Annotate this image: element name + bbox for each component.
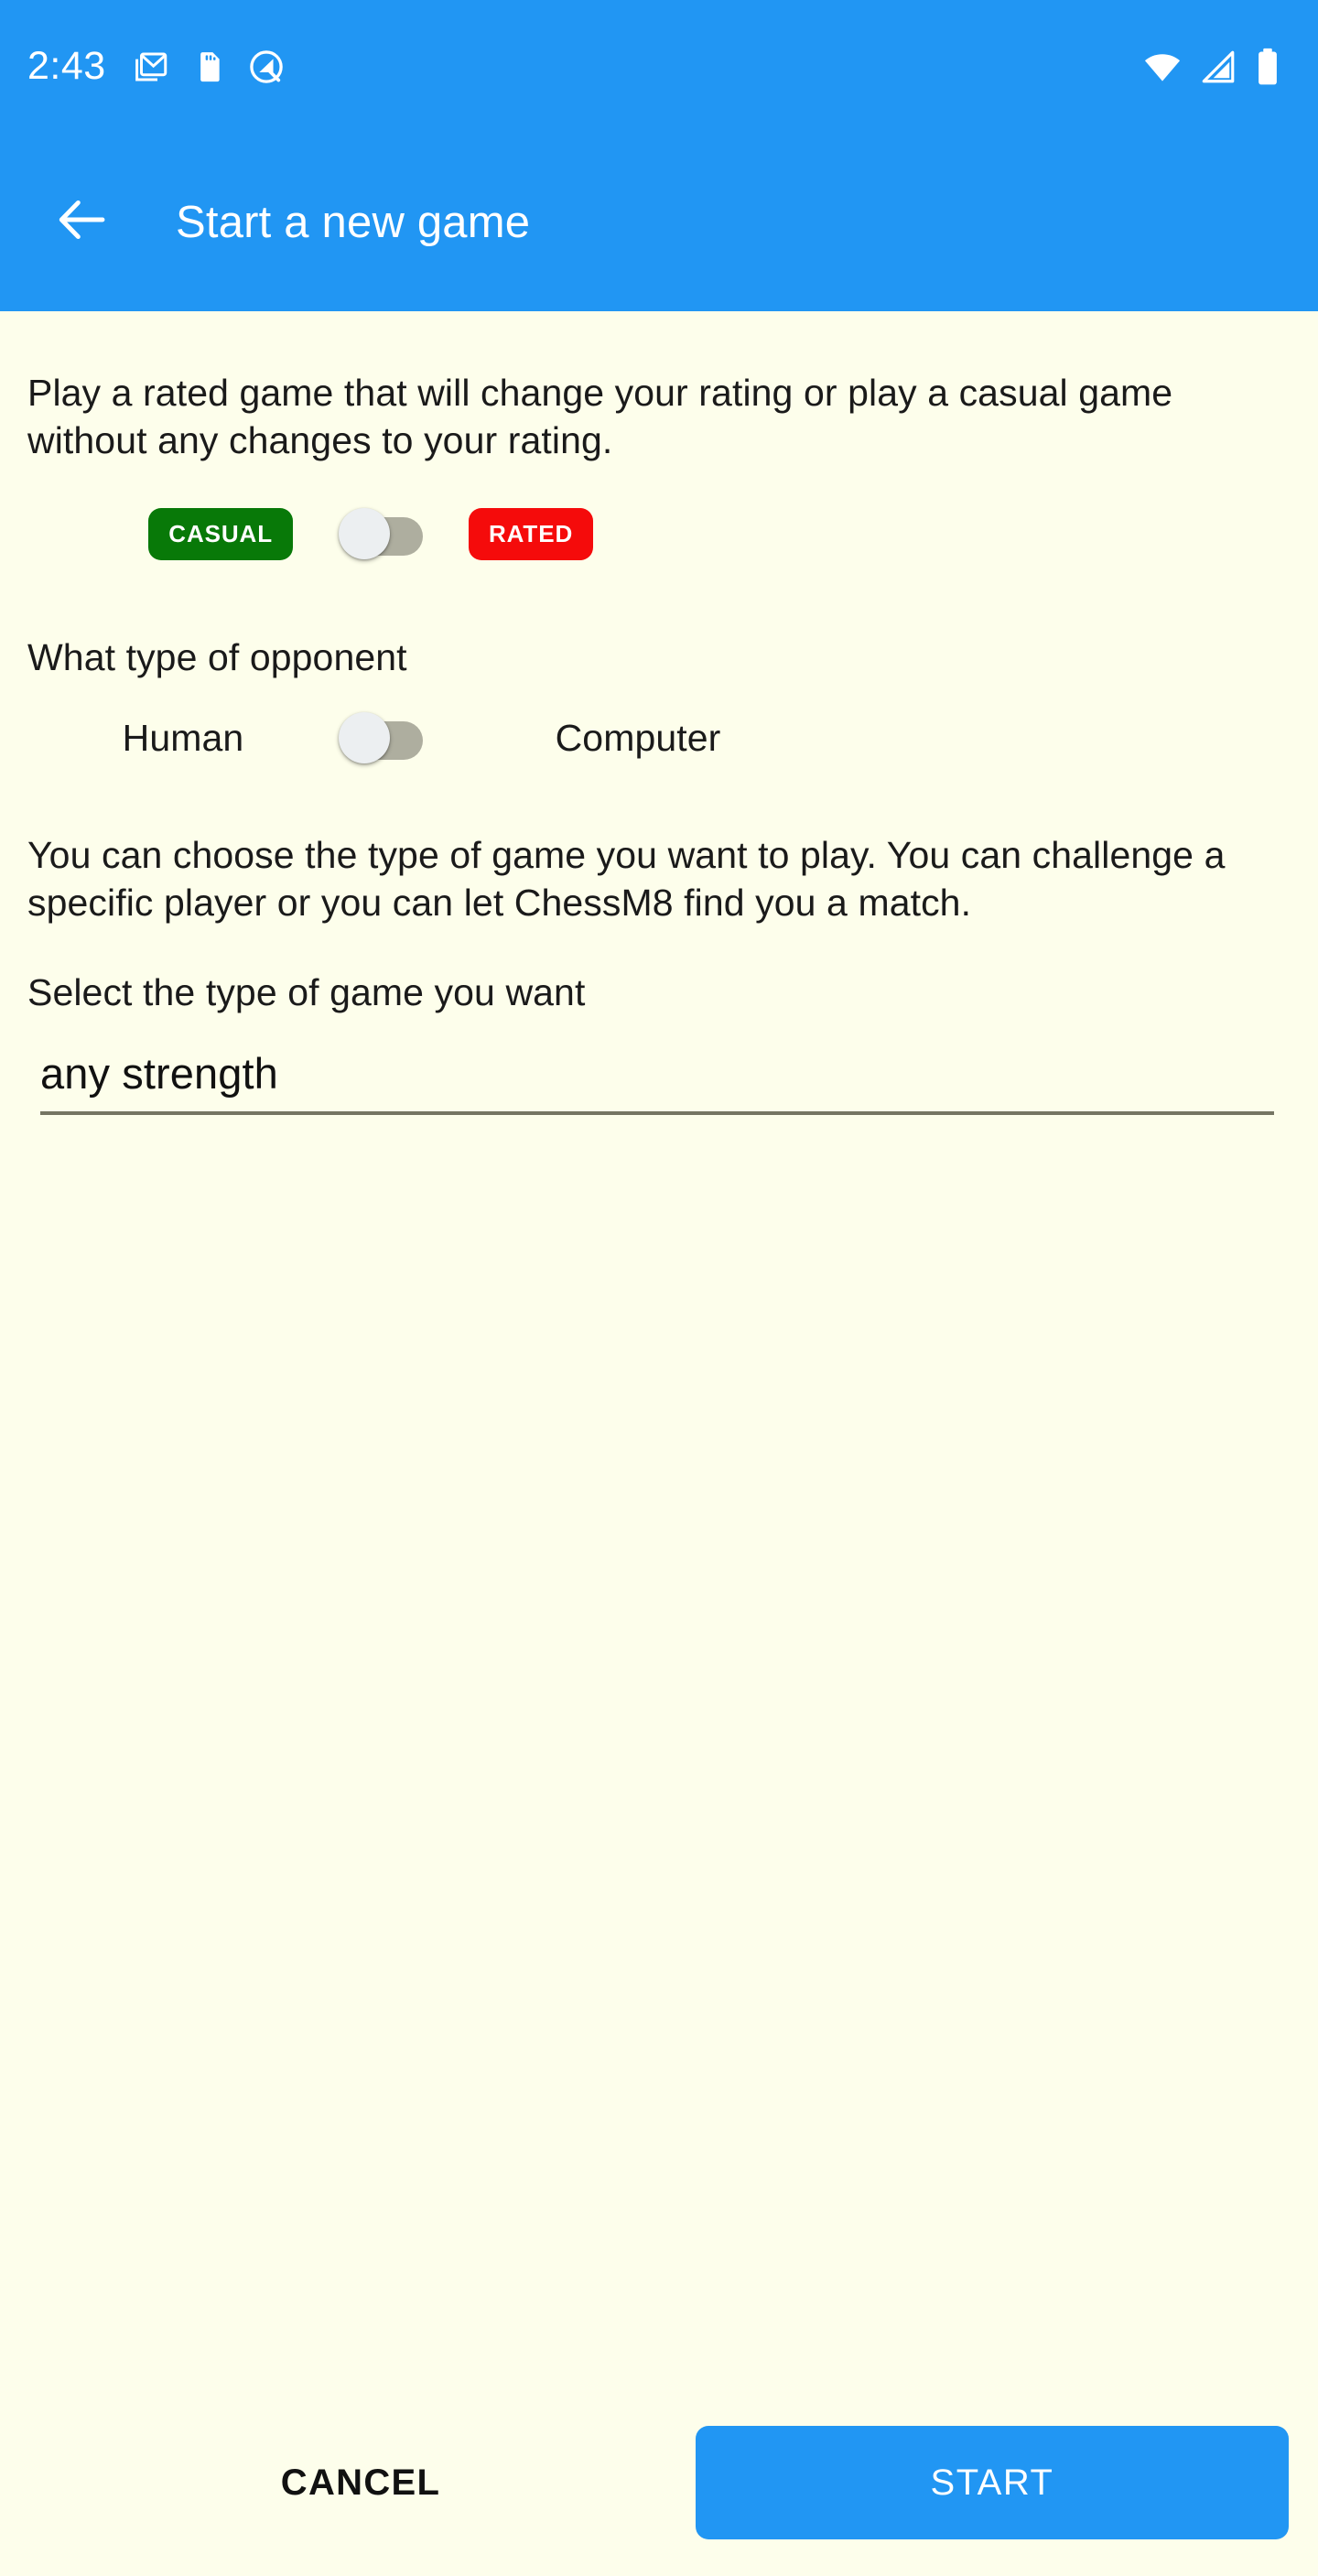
arrow-back-icon [54, 191, 111, 253]
status-bar-right [1142, 47, 1281, 87]
bottom-action-bar: CANCEL START [0, 2402, 1318, 2576]
select-label: Select the type of game you want [27, 971, 586, 1014]
rated-toggle-row: CASUAL RATED [27, 488, 1291, 579]
back-button[interactable] [38, 179, 126, 266]
status-bar-clock: 2:43 [27, 44, 106, 88]
game-type-select[interactable]: any strength [40, 1034, 1274, 1116]
start-button[interactable]: START [696, 2426, 1289, 2539]
opponent-toggle-switch[interactable] [339, 712, 423, 764]
gmail-icon [132, 48, 170, 86]
rated-badge[interactable]: RATED [469, 507, 594, 560]
rated-toggle-left: CASUAL [27, 507, 339, 560]
choose-description: You can choose the type of game you want… [27, 834, 1226, 925]
status-bar-left: 2:43 [27, 47, 286, 86]
casual-badge[interactable]: CASUAL [148, 507, 293, 560]
opponent-toggle-left: Human [27, 717, 339, 760]
rated-description: Play a rated game that will change your … [27, 372, 1173, 462]
cancel-button[interactable]: CANCEL [223, 2429, 498, 2537]
wifi-icon [1142, 47, 1183, 87]
rated-switch-thumb [339, 508, 390, 560]
status-bar: 2:43 [0, 0, 1318, 133]
opponent-label: What type of opponent [27, 636, 407, 679]
app-bar: Start a new game [0, 133, 1318, 311]
sd-card-icon [190, 49, 227, 85]
human-label[interactable]: Human [123, 717, 244, 760]
computer-label[interactable]: Computer [556, 717, 721, 760]
opponent-toggle-right: Computer [423, 717, 853, 760]
rated-toggle-right: RATED [423, 507, 734, 560]
battery-icon [1254, 47, 1281, 87]
opponent-toggle-row: Human Computer [27, 692, 1291, 784]
cellular-signal-icon [1199, 48, 1237, 86]
opponent-switch-thumb [339, 712, 390, 764]
main-content: Play a rated game that will change your … [0, 311, 1318, 2576]
app-screen: 2:43 Start a new game Play a rated game … [0, 0, 1318, 2576]
rated-toggle-switch[interactable] [339, 508, 423, 560]
page-title: Start a new game [176, 197, 531, 247]
android-q-icon [247, 48, 286, 86]
game-type-select-value: any strength [40, 1048, 278, 1098]
